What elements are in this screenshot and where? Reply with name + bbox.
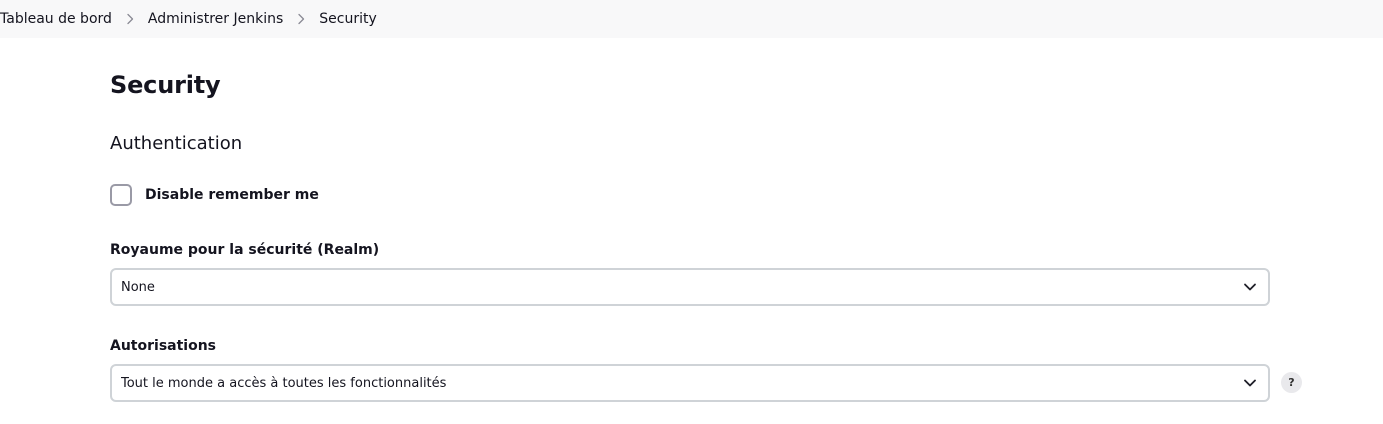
disable-remember-me-row: Disable remember me [110,184,319,206]
breadcrumb-item-manage-jenkins[interactable]: Administrer Jenkins [148,11,283,27]
security-realm-select[interactable]: None [110,268,1270,306]
breadcrumb-item-security[interactable]: Security [319,11,377,27]
chevron-down-icon [1243,281,1257,293]
page-title: Security [110,71,221,99]
security-realm-value: None [121,279,155,295]
breadcrumb-item-dashboard[interactable]: Tableau de bord [0,11,112,27]
chevron-right-icon [283,9,319,29]
chevron-down-icon [1243,377,1257,389]
help-icon[interactable]: ? [1281,372,1302,393]
disable-remember-me-label[interactable]: Disable remember me [145,187,319,203]
section-title-authentication: Authentication [110,133,243,154]
chevron-right-icon [112,9,148,29]
authorization-value: Tout le monde a accès à toutes les fonct… [121,375,447,391]
security-realm-label: Royaume pour la sécurité (Realm) [110,242,380,258]
authorization-label: Autorisations [110,338,217,354]
disable-remember-me-checkbox[interactable] [110,184,132,206]
breadcrumb: Tableau de bord Administrer Jenkins Secu… [0,0,1383,38]
authorization-select[interactable]: Tout le monde a accès à toutes les fonct… [110,364,1270,402]
